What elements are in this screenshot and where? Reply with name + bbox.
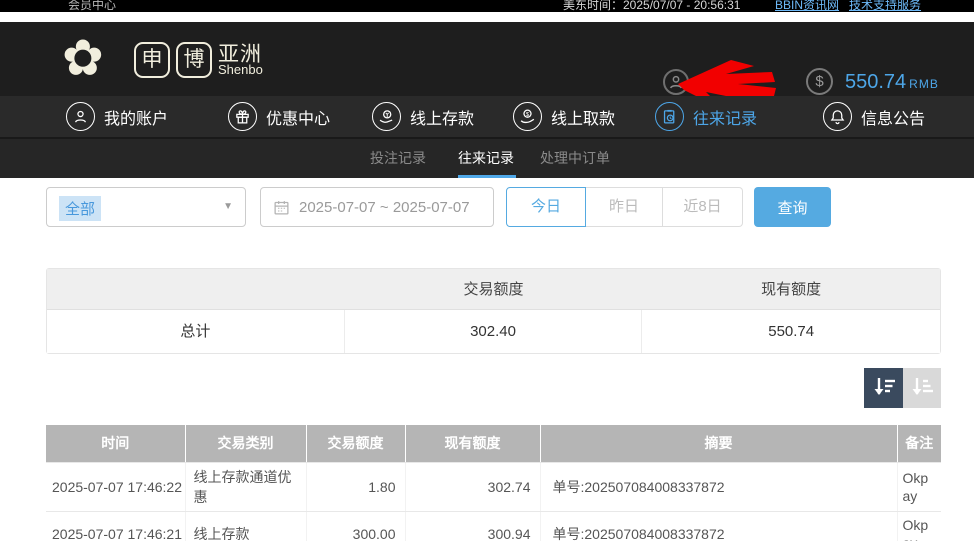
cell-time: 2025-07-07 17:46:21 — [46, 511, 186, 541]
summary-table: 交易额度 现有额度 总计 302.40 550.74 — [46, 268, 941, 354]
bell-icon — [823, 102, 852, 131]
quick-date-buttons: 今日 昨日 近8日 — [506, 187, 743, 227]
nav-item-my-account[interactable]: 我的账户 — [66, 96, 168, 137]
records-header-row: 时间 交易类别 交易额度 现有额度 摘要 备注 — [46, 425, 941, 463]
records-table: 时间 交易类别 交易额度 现有额度 摘要 备注 2025-07-07 17:46… — [46, 425, 941, 541]
header-time: 时间 — [46, 425, 186, 463]
flower-logo-icon: ✿ — [62, 30, 104, 86]
summary-header-trade: 交易额度 — [463, 281, 524, 298]
user-icon — [66, 102, 95, 131]
cell-note: Okpay — [897, 511, 941, 541]
cell-time: 2025-07-07 17:46:22 — [46, 462, 186, 512]
sort-descending-button[interactable] — [864, 368, 903, 408]
cell-type: 线上存款通道优惠 — [185, 462, 307, 512]
nav-item-online-withdraw[interactable]: $ 线上取款 — [513, 96, 615, 137]
summary-trade-total: 302.40 — [345, 310, 643, 353]
cell-trade-amount: 1.80 — [306, 462, 406, 512]
records-icon — [655, 102, 684, 131]
summary-header-row: 交易额度 现有额度 — [47, 269, 940, 310]
cell-memo: 单号:202507084008337872 — [540, 462, 898, 512]
table-row: 2025-07-07 17:46:22 线上存款通道优惠 1.80 302.74… — [46, 462, 941, 512]
summary-header-balance: 现有额度 — [761, 281, 822, 298]
bbin-news-link[interactable]: BBIN资讯网 — [775, 0, 839, 12]
header-type: 交易类别 — [185, 425, 307, 463]
balance-currency: RMB — [909, 77, 939, 91]
summary-total-row: 总计 302.40 550.74 — [47, 310, 940, 353]
search-button[interactable]: 查询 — [754, 187, 831, 227]
sub-nav: 投注记录 往来记录 处理中订单 — [0, 137, 974, 178]
nav-label: 往来记录 — [693, 110, 758, 128]
nav-item-promotions[interactable]: 优惠中心 — [228, 96, 330, 137]
eastern-time-label: 美东时间：2025/07/07 - 20:56:31 — [563, 0, 741, 12]
date-range-input[interactable]: 2025-07-07 ~ 2025-07-07 — [260, 187, 494, 227]
nav-label: 我的账户 — [104, 110, 169, 128]
header-balance: 现有额度 — [405, 425, 541, 463]
dollar-icon: $ — [806, 68, 833, 95]
logo-char-bo: 博 — [176, 42, 212, 78]
cell-type: 线上存款 — [185, 511, 307, 541]
withdraw-icon: $ — [513, 102, 542, 131]
logo-subtitle: Shenbo — [218, 62, 263, 77]
tab-pending-orders[interactable]: 处理中订单 — [540, 139, 610, 178]
summary-total-label: 总计 — [47, 310, 345, 353]
summary-header-empty — [47, 269, 345, 309]
tech-support-link[interactable]: 技术支持服务 — [849, 0, 921, 12]
cell-memo: 单号:202507084008337872 — [540, 511, 898, 541]
member-center-page: 会员中心 美东时间：2025/07/07 - 20:56:31 BBIN资讯网 … — [0, 0, 974, 541]
nav-item-announcements[interactable]: 信息公告 — [823, 96, 925, 137]
balance-amount: 550.74 RMB — [845, 71, 939, 94]
sort-ascending-button[interactable] — [903, 368, 941, 408]
header-note: 备注 — [897, 425, 941, 463]
sort-ascending-icon — [912, 377, 933, 395]
tab-bet-records[interactable]: 投注记录 — [370, 139, 426, 178]
summary-balance-total: 550.74 — [768, 323, 815, 340]
nav-label: 信息公告 — [861, 110, 926, 128]
site-header: ✿ 申 博 亚洲 Shenbo $ 550.74 RMB — [0, 22, 974, 108]
nav-item-transaction-records[interactable]: 往来记录 — [655, 96, 757, 137]
nav-label: 优惠中心 — [266, 110, 331, 128]
cell-balance: 302.74 — [405, 462, 541, 512]
type-select[interactable]: 全部 ▼ — [46, 187, 246, 227]
sort-descending-icon — [874, 377, 895, 395]
cell-balance: 300.94 — [405, 511, 541, 541]
tab-transaction-records[interactable]: 往来记录 — [458, 139, 514, 178]
last8days-button[interactable]: 近8日 — [663, 187, 743, 227]
main-nav: 我的账户 优惠中心 线上存款 $ 线上取款 往来记录 信息公告 — [0, 96, 974, 137]
date-range-value: 2025-07-07 ~ 2025-07-07 — [299, 198, 470, 216]
today-button[interactable]: 今日 — [506, 187, 586, 227]
cell-note: Okpay — [897, 462, 941, 512]
type-select-value: 全部 — [59, 196, 102, 221]
balance-value: 550.74 — [845, 71, 907, 93]
header-memo: 摘要 — [540, 425, 898, 463]
logo-char-shen: 申 — [134, 42, 170, 78]
top-bar: 会员中心 美东时间：2025/07/07 - 20:56:31 BBIN资讯网 … — [0, 0, 974, 12]
nav-item-online-deposit[interactable]: 线上存款 — [372, 96, 474, 137]
deposit-icon — [372, 102, 401, 131]
cell-trade-amount: 300.00 — [306, 511, 406, 541]
nav-label: 线上存款 — [410, 110, 475, 128]
calendar-icon — [274, 200, 289, 215]
chevron-down-icon: ▼ — [223, 201, 233, 212]
header-trade-amount: 交易额度 — [306, 425, 406, 463]
yesterday-button[interactable]: 昨日 — [586, 187, 663, 227]
member-center-label: 会员中心 — [68, 0, 117, 12]
gift-icon — [228, 102, 257, 131]
nav-label: 线上取款 — [551, 110, 616, 128]
table-row: 2025-07-07 17:46:21 线上存款 300.00 300.94 单… — [46, 511, 941, 541]
active-tab-underline — [458, 175, 516, 178]
